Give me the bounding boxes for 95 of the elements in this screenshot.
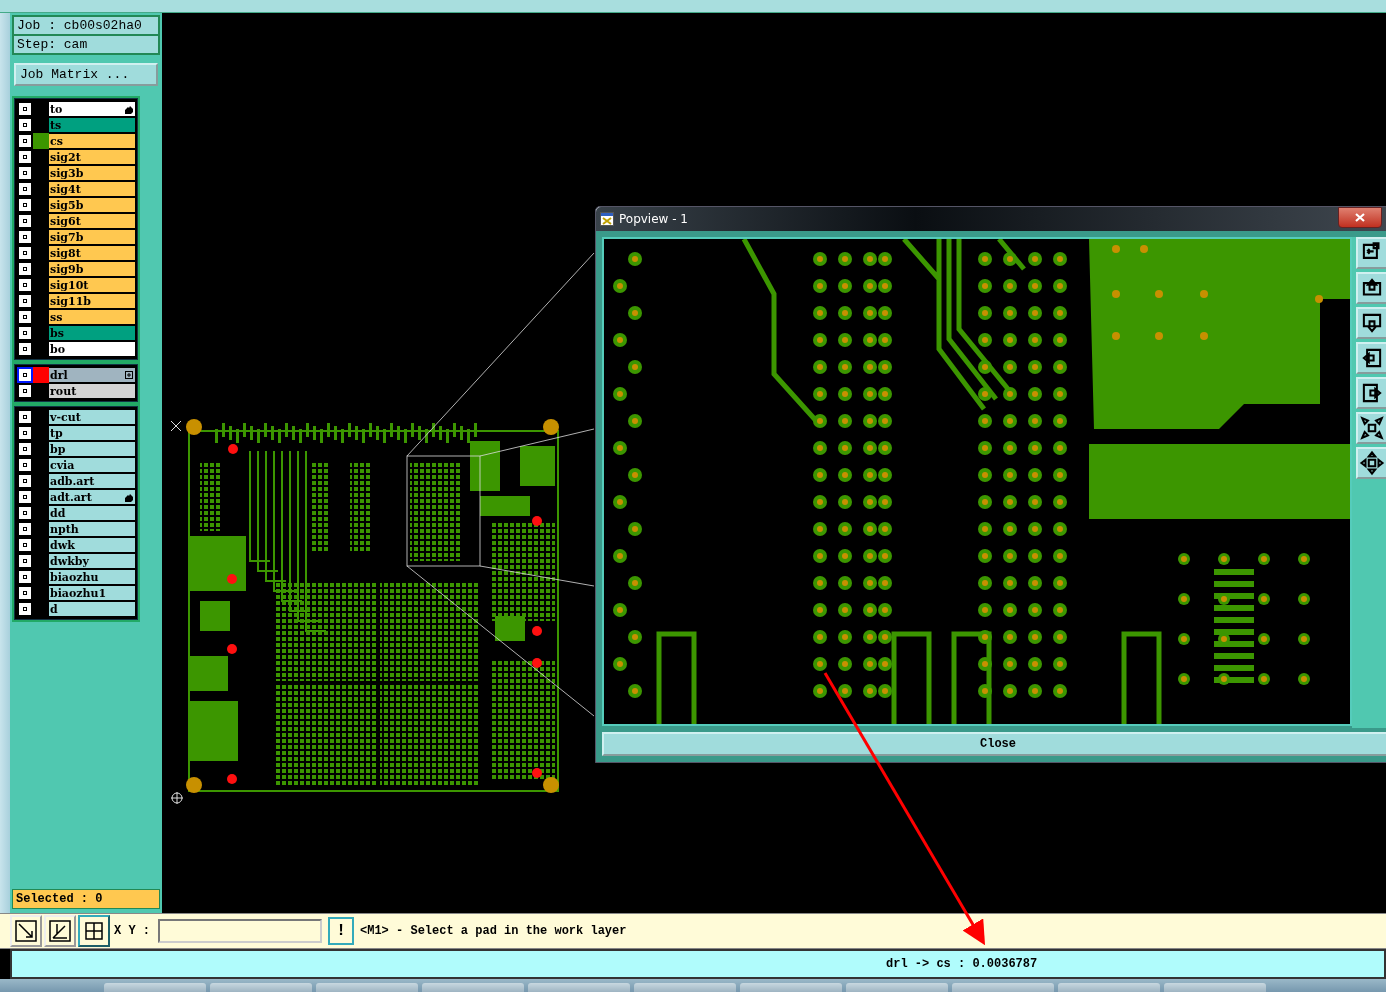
layer-checkbox[interactable] [17, 457, 33, 473]
grid-button[interactable] [78, 915, 110, 947]
window-title: Popview - 1 [619, 212, 689, 226]
job-matrix-button[interactable]: Job Matrix ... [14, 63, 158, 86]
measure-angle-button[interactable] [44, 915, 76, 947]
layer-name[interactable]: cvia [49, 458, 135, 472]
layer-checkbox[interactable] [17, 325, 33, 341]
layer-name[interactable]: adt.art [49, 490, 135, 504]
execute-button[interactable]: ! [328, 917, 354, 945]
prompt-message: <M1> - Select a pad in the work layer [359, 924, 627, 938]
close-icon [1355, 213, 1365, 222]
view-tool-button[interactable] [1356, 412, 1386, 444]
layer-name[interactable]: biaozhu [49, 570, 135, 584]
measurement-text: drl -> cs : 0.0036787 [886, 957, 1038, 971]
angle-icon [48, 919, 72, 943]
step-name: Step: cam [14, 36, 158, 53]
layer-name[interactable]: tp [49, 426, 135, 440]
layer-name[interactable]: sig11b [49, 294, 135, 308]
cross-mark-icon [170, 420, 182, 432]
layer-checkbox[interactable] [17, 585, 33, 601]
close-button[interactable] [1338, 207, 1382, 228]
grid-icon [84, 921, 104, 941]
window-icon [600, 212, 614, 226]
hand-pointer-icon [124, 104, 133, 114]
layer-checkbox[interactable] [17, 601, 33, 617]
layer-checkbox[interactable] [17, 261, 33, 277]
layer-checkbox[interactable] [17, 569, 33, 585]
layer-name[interactable]: rout [49, 384, 135, 398]
coordinate-input[interactable] [158, 919, 322, 943]
layer-name[interactable]: npth [49, 522, 135, 536]
layer-checkbox[interactable] [17, 521, 33, 537]
layer-name[interactable]: bo [49, 342, 135, 356]
layer-checkbox[interactable] [17, 213, 33, 229]
layer-checkbox[interactable] [17, 537, 33, 553]
layer-checkbox[interactable] [17, 245, 33, 261]
crosshair-icon [170, 791, 184, 805]
layer-name[interactable]: sig9b [49, 262, 135, 276]
layer-name[interactable]: sig5b [49, 198, 135, 212]
layer-checkbox[interactable] [17, 101, 33, 117]
layer-checkbox[interactable] [17, 181, 33, 197]
layer-name[interactable]: biaozhu1 [49, 586, 135, 600]
layer-name[interactable]: to [49, 102, 135, 116]
layer-name[interactable]: sig7b [49, 230, 135, 244]
view-tool-icon [1359, 450, 1385, 476]
layer-checkbox[interactable] [17, 309, 33, 325]
layer-name[interactable]: sig2t [49, 150, 135, 164]
layer-checkbox[interactable] [17, 149, 33, 165]
job-name: Job : cb00s02ha0 [14, 17, 158, 34]
layer-name[interactable]: adb.art [49, 474, 135, 488]
layer-checkbox[interactable] [17, 165, 33, 181]
layer-checkbox[interactable] [17, 197, 33, 213]
layer-checkbox[interactable] [17, 383, 33, 399]
layer-name[interactable]: d [49, 602, 135, 616]
zoom-window-button[interactable] [10, 915, 42, 947]
layer-name[interactable]: sig4t [49, 182, 135, 196]
layer-name[interactable]: dwkby [49, 554, 135, 568]
layer-checkbox[interactable] [17, 425, 33, 441]
layer-checkbox[interactable] [17, 117, 33, 133]
layer-name[interactable]: ts [49, 118, 135, 132]
layer-checkbox[interactable] [17, 441, 33, 457]
layer-name[interactable]: sig3b [49, 166, 135, 180]
layer-checkbox[interactable] [17, 277, 33, 293]
view-tool-button[interactable] [1356, 342, 1386, 374]
expand-box-icon [125, 371, 133, 379]
view-tool-button[interactable] [1356, 237, 1386, 269]
layer-checkbox[interactable] [17, 133, 33, 149]
view-tool-button[interactable] [1356, 272, 1386, 304]
close-button[interactable]: Close [602, 732, 1386, 756]
coordinate-label: X Y : [113, 924, 151, 938]
view-tool-icon [1359, 415, 1385, 441]
layer-name[interactable]: drl [49, 368, 135, 382]
layer-name[interactable]: bp [49, 442, 135, 456]
layer-checkbox[interactable] [17, 489, 33, 505]
view-tool-button[interactable] [1356, 447, 1386, 479]
layer-name[interactable]: bs [49, 326, 135, 340]
layer-name[interactable]: dd [49, 506, 135, 520]
layer-checkbox[interactable] [17, 473, 33, 489]
layer-checkbox[interactable] [17, 553, 33, 569]
layer-name[interactable]: cs [49, 134, 135, 148]
layer-checkbox[interactable] [17, 229, 33, 245]
layer-name[interactable]: dwk [49, 538, 135, 552]
view-tool-button[interactable] [1356, 377, 1386, 409]
selected-count: Selected : 0 [12, 889, 160, 909]
layer-checkbox[interactable] [17, 409, 33, 425]
layer-checkbox[interactable] [17, 505, 33, 521]
layer-checkbox[interactable] [17, 367, 33, 383]
layer-checkbox[interactable] [17, 341, 33, 357]
view-tool-button[interactable] [1356, 307, 1386, 339]
layer-name[interactable]: v-cut [49, 410, 135, 424]
layer-name[interactable]: sig10t [49, 278, 135, 292]
layer-checkbox[interactable] [17, 293, 33, 309]
layer-name[interactable]: sig8t [49, 246, 135, 260]
layer-name[interactable]: sig6t [49, 214, 135, 228]
layer-name[interactable]: ss [49, 310, 135, 324]
hand-pointer-icon [124, 492, 133, 502]
